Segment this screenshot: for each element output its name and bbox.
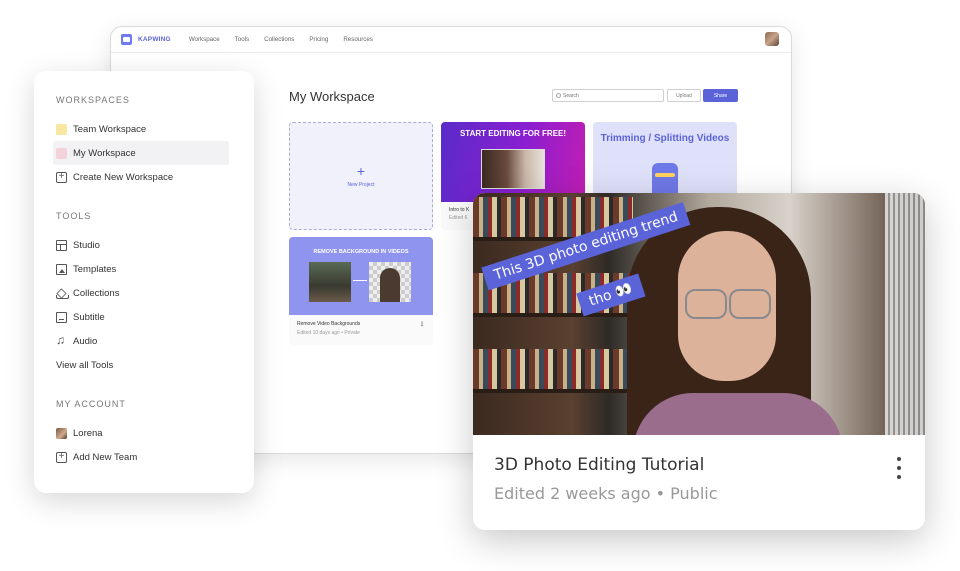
tools-heading: TOOLS [56, 211, 92, 221]
sidebar-item-collections[interactable]: Collections [53, 281, 232, 305]
project-caption: Remove Video Backgrounds [297, 321, 361, 327]
search-icon [556, 93, 561, 98]
sidebar-item-label: Collections [73, 287, 120, 299]
nav-tools[interactable]: Tools [235, 36, 249, 43]
avatar [56, 427, 67, 439]
kapwing-logo[interactable]: KAPWING [121, 34, 171, 45]
image-icon [56, 263, 67, 275]
project-thumbnail: REMOVE BACKGROUND IN VIDEOS [289, 237, 433, 315]
sidebar-item-add-team[interactable]: + Add New Team [53, 445, 232, 469]
sidebar-item-team-workspace[interactable]: Team Workspace [53, 117, 232, 141]
sidebar-item-label: Team Workspace [73, 123, 147, 135]
user-avatar[interactable] [765, 32, 779, 46]
plus-icon: + [356, 162, 366, 179]
nav-resources[interactable]: Resources [343, 36, 373, 43]
sidebar-item-label: Add New Team [73, 451, 138, 463]
sidebar-item-templates[interactable]: Templates [53, 257, 232, 281]
share-button[interactable]: Share [703, 89, 738, 102]
project-meta: Edited 6 [449, 215, 468, 221]
project-card-trimming[interactable]: Trimming / Splitting Videos [593, 122, 737, 202]
sidebar-item-audio[interactable]: Audio [53, 329, 232, 353]
before-photo [309, 262, 351, 302]
sidebar-item-label: Create New Workspace [73, 171, 174, 183]
project-title: 3D Photo Editing Tutorial [494, 455, 705, 475]
person-body [633, 393, 843, 435]
thumbnail-video-frame [481, 149, 545, 189]
page-title: My Workspace [289, 89, 375, 104]
subtitle-icon [56, 311, 67, 323]
glasses [681, 289, 775, 319]
nav-collections[interactable]: Collections [264, 36, 294, 43]
sidebar-item-label: Studio [73, 239, 100, 251]
project-meta: Edited 2 weeks ago • Public [494, 484, 718, 503]
thumbnail-title: REMOVE BACKGROUND IN VIDEOS [313, 249, 409, 255]
video-thumbnail[interactable]: This 3D photo editing trend tho 👀 [473, 193, 925, 435]
thumbnail-title: START EDITING FOR FREE! [459, 129, 567, 138]
top-nav: KAPWING Workspace Tools Collections Pric… [111, 27, 791, 53]
project-thumbnail: START EDITING FOR FREE! [441, 122, 585, 202]
plus-box-icon: + [56, 171, 67, 183]
thumbnail-title: Trimming / Splitting Videos [600, 133, 730, 144]
sidebar-item-studio[interactable]: Studio [53, 233, 232, 257]
after-photo [369, 262, 411, 302]
plus-box-icon: + [56, 451, 67, 463]
sidebar-item-create-workspace[interactable]: + Create New Workspace [53, 165, 232, 189]
project-meta: Edited 10 days ago • Private [297, 330, 360, 336]
sidebar-item-label: Templates [73, 263, 117, 275]
sidebar-item-label: Lorena [73, 427, 103, 439]
sidebar: WORKSPACES Team Workspace My Workspace +… [34, 71, 254, 493]
workspaces-heading: WORKSPACES [56, 95, 130, 105]
workspace-color-icon [56, 147, 67, 159]
window-blinds [885, 193, 925, 435]
more-options-icon[interactable] [895, 457, 903, 479]
layers-icon [56, 288, 67, 299]
sidebar-item-my-workspace[interactable]: My Workspace [53, 141, 229, 165]
search-box[interactable] [552, 89, 664, 102]
studio-icon [56, 239, 67, 251]
sidebar-item-label: My Workspace [73, 147, 136, 159]
new-project-card[interactable]: + New Project [289, 122, 433, 230]
nav-pricing[interactable]: Pricing [309, 36, 328, 43]
account-heading: MY ACCOUNT [56, 399, 126, 409]
project-caption: Intro to K [449, 207, 470, 213]
sidebar-item-label: Audio [73, 335, 98, 347]
music-note-icon [56, 333, 67, 347]
kapwing-logo-icon [121, 34, 132, 45]
upload-button[interactable]: Upload [667, 89, 701, 102]
view-all-tools-link[interactable]: View all Tools [56, 353, 232, 377]
shelf [473, 313, 633, 317]
bookshelf-row [473, 349, 633, 389]
sidebar-item-lorena[interactable]: Lorena [53, 421, 232, 445]
new-project-label: New Project [347, 181, 375, 188]
arrow-icon [353, 280, 367, 281]
sidebar-item-subtitle[interactable]: Subtitle [53, 305, 232, 329]
search-input[interactable] [563, 92, 658, 99]
featured-project-card[interactable]: This 3D photo editing trend tho 👀 3D Pho… [473, 193, 925, 530]
workspace-color-icon [56, 123, 67, 135]
project-card-remove-background[interactable]: REMOVE BACKGROUND IN VIDEOS Remove Video… [289, 237, 433, 345]
sidebar-item-label: Subtitle [73, 311, 105, 323]
more-options-icon[interactable]: ⋮ [419, 321, 425, 328]
nav-workspace[interactable]: Workspace [189, 36, 220, 43]
shelf [473, 389, 633, 393]
brand-name: KAPWING [138, 36, 171, 43]
